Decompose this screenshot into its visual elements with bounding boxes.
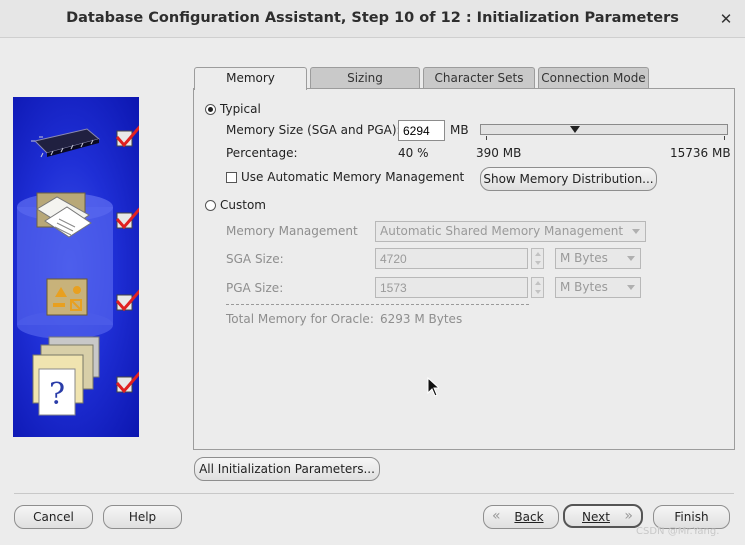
percentage-label: Percentage: — [226, 146, 298, 160]
dropdown-arrow-icon — [627, 285, 635, 290]
memory-chip-icon — [31, 128, 101, 158]
checkmark-icon — [115, 125, 139, 394]
show-memory-distribution-button[interactable]: Show Memory Distribution... — [480, 167, 657, 191]
next-button[interactable]: Next » — [563, 504, 643, 528]
slider-thumb-icon[interactable] — [570, 126, 581, 133]
total-memory-label: Total Memory for Oracle: — [226, 312, 374, 326]
percentage-value: 40 % — [398, 146, 429, 160]
slider-tick-max — [724, 136, 725, 140]
chevron-left-icon: « — [492, 508, 501, 524]
memory-tab-panel: Typical Memory Size (SGA and PGA): MB Pe… — [193, 88, 735, 450]
shapes-panel-icon — [46, 278, 88, 316]
memory-management-label: Memory Management — [226, 224, 358, 238]
question-folders-icon: ? — [32, 336, 100, 416]
pga-size-input[interactable] — [375, 277, 528, 298]
tab-character-sets[interactable]: Character Sets — [423, 67, 535, 89]
memory-size-unit: MB — [450, 123, 469, 137]
pga-unit-select[interactable]: M Bytes — [555, 277, 641, 298]
total-divider — [226, 304, 529, 305]
use-amm-checkbox[interactable] — [226, 172, 237, 183]
back-button[interactable]: « Back — [483, 505, 559, 529]
typical-radio[interactable] — [205, 104, 216, 115]
mouse-cursor-icon — [427, 377, 439, 397]
sga-size-input[interactable] — [375, 248, 528, 269]
tab-sizing[interactable]: Sizing — [310, 67, 420, 89]
cancel-button[interactable]: Cancel — [14, 505, 93, 529]
footer-separator — [14, 493, 734, 494]
tab-memory[interactable]: Memory — [194, 67, 307, 90]
chevron-right-icon: » — [624, 508, 633, 524]
sga-unit-select[interactable]: M Bytes — [555, 248, 641, 269]
slider-min-label: 390 MB — [476, 146, 522, 160]
sga-spinner[interactable] — [531, 248, 544, 269]
tab-connection-mode[interactable]: Connection Mode — [538, 67, 649, 89]
back-label: Back — [514, 510, 544, 524]
memory-size-label: Memory Size (SGA and PGA): — [226, 123, 401, 137]
memory-management-select[interactable]: Automatic Shared Memory Management — [375, 221, 646, 242]
help-button[interactable]: Help — [103, 505, 182, 529]
total-memory-value: 6293 M Bytes — [380, 312, 463, 326]
sga-unit-value: M Bytes — [560, 251, 608, 265]
pga-unit-value: M Bytes — [560, 280, 608, 294]
typical-label: Typical — [220, 102, 261, 116]
dropdown-arrow-icon — [632, 229, 640, 234]
slider-tick-min — [486, 136, 487, 140]
title-bar: Database Configuration Assistant, Step 1… — [0, 0, 745, 38]
slider-max-label: 15736 MB — [670, 146, 731, 160]
close-icon[interactable]: ✕ — [715, 8, 737, 30]
watermark: CSDN @Mr.Yang. — [636, 526, 720, 537]
next-label: Next — [582, 510, 610, 524]
memory-slider[interactable] — [480, 124, 728, 135]
all-initialization-parameters-button[interactable]: All Initialization Parameters... — [194, 457, 380, 481]
window-title: Database Configuration Assistant, Step 1… — [66, 10, 679, 26]
dropdown-arrow-icon — [627, 256, 635, 261]
sga-size-label: SGA Size: — [226, 252, 284, 266]
memory-size-input[interactable] — [398, 120, 445, 141]
custom-label: Custom — [220, 198, 266, 212]
wizard-progress-panel: ? — [13, 97, 139, 437]
custom-radio[interactable] — [205, 200, 216, 211]
pga-size-label: PGA Size: — [226, 281, 284, 295]
use-amm-label: Use Automatic Memory Management — [241, 170, 465, 184]
memory-management-value: Automatic Shared Memory Management — [380, 224, 624, 238]
svg-text:?: ? — [49, 377, 65, 412]
pga-spinner[interactable] — [531, 277, 544, 298]
